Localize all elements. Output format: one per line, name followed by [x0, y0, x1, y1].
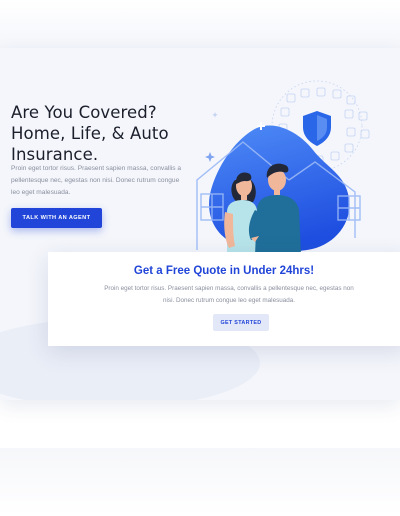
hero-description: Proin eget tortor risus. Praesent sapien… [11, 165, 182, 196]
shield-icon [303, 111, 331, 146]
top-fade [0, 0, 400, 48]
family-home-insurance-illustration [196, 80, 370, 255]
quote-description: Proin eget tortor risus. Praesent sapien… [104, 285, 354, 304]
get-started-button[interactable]: GET STARTED [213, 314, 269, 331]
free-quote-card: Get a Free Quote in Under 24hrs! Proin e… [48, 252, 400, 346]
talk-with-agent-button[interactable]: TALK WITH AN AGENT [11, 208, 102, 228]
quote-title: Get a Free Quote in Under 24hrs! [133, 265, 315, 277]
hero-title-line-2: Home, Life, & Auto [11, 124, 169, 143]
bottom-fade [0, 448, 400, 516]
hero-title-line-1: Are You Covered? [11, 103, 157, 122]
hero-title: Are You Covered? Home, Life, & Auto Insu… [11, 102, 201, 165]
hero-title-line-3: Insurance. [11, 145, 99, 164]
